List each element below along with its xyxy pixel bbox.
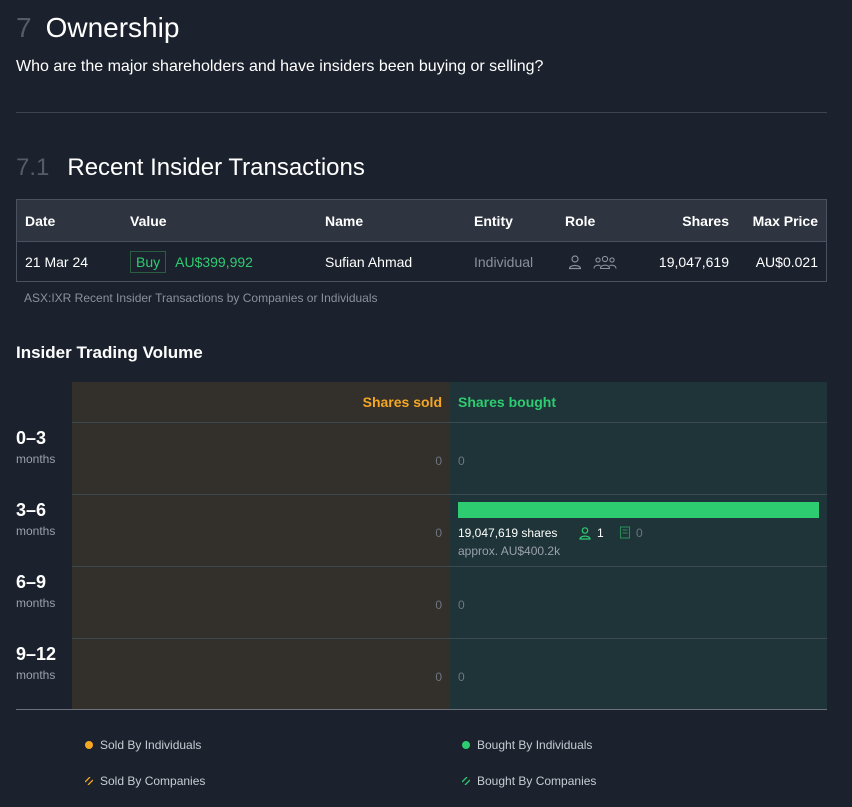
header-entity[interactable]: Entity [474,200,513,241]
bought-volume-bar[interactable] [458,502,819,518]
table-header-row: Date Value Name Entity Role Shares Max P… [17,200,826,241]
legend-label: Bought By Companies [477,774,597,788]
row-value: Buy AU$399,992 [130,242,253,281]
header-max-price[interactable]: Max Price [753,200,818,241]
insider-transactions-table: Date Value Name Entity Role Shares Max P… [16,199,827,282]
legend-label: Sold By Individuals [100,738,202,752]
range-unit: months [16,668,56,682]
sold-panel [72,382,450,709]
sold-value: 0 [435,454,442,468]
header-name[interactable]: Name [325,200,363,241]
row-max-price: AU$0.021 [755,253,818,270]
section-subtitle: Who are the major shareholders and have … [16,58,544,75]
row-value-amount: AU$399,992 [175,253,253,270]
row-divider [72,422,827,423]
subsection-number: 7.1 [16,154,50,181]
header-role[interactable]: Role [565,200,595,241]
subsection-title: Recent Insider Transactions [67,154,365,181]
row-name[interactable]: Sufian Ahmad [325,242,412,281]
buy-badge: Buy [130,250,167,273]
person-icon [579,527,591,540]
building-icon [619,526,631,539]
range-unit: months [16,596,56,610]
volume-title: Insider Trading Volume [16,343,203,362]
orange-dot-icon [85,741,93,749]
shares-sold-header: Shares sold [362,394,442,410]
legend-sold-individuals: Sold By Individuals [85,738,201,752]
section-header: 7 Ownership [16,12,179,44]
person-icon[interactable] [567,254,583,270]
chart-bottom-line [16,709,827,710]
bought-shares-text: 19,047,619 shares [458,526,558,540]
group-icon[interactable] [593,254,617,270]
row-date: 21 Mar 24 [25,253,89,270]
insider-volume-chart: Shares sold Shares bought 0–3 months 0 0… [16,382,827,710]
range-unit: months [16,452,56,466]
legend-sold-companies: Sold By Companies [85,774,205,788]
range-label: 6–9 [16,572,47,592]
legend-label: Bought By Individuals [477,738,593,752]
section-number: 7 [16,12,32,43]
table-row[interactable]: 21 Mar 24 Buy AU$399,992 Sufian Ahmad In… [17,241,826,281]
legend-label: Sold By Companies [100,774,206,788]
green-hatch-icon [462,777,470,785]
header-shares[interactable]: Shares [682,200,729,241]
orange-hatch-icon [85,777,93,785]
green-dot-icon [462,741,470,749]
bought-value: 0 [458,670,465,684]
subsection-header: 7.1 Recent Insider Transactions [16,154,365,182]
range-label: 9–12 [16,644,57,664]
bought-value: 0 [458,598,465,612]
row-divider [72,494,827,495]
legend-bought-companies: Bought By Companies [462,774,596,788]
sold-value: 0 [435,670,442,684]
section-divider [16,112,827,113]
individuals-count: 1 [597,526,604,540]
row-divider [72,566,827,567]
range-label: 0–3 [16,428,47,448]
table-caption: ASX:IXR Recent Insider Transactions by C… [24,291,378,305]
row-role [567,242,617,281]
shares-bought-header: Shares bought [458,394,557,410]
range-unit: months [16,524,56,538]
header-date[interactable]: Date [25,200,55,241]
bought-approx-value: approx. AU$400.2k [458,544,561,558]
range-label: 3–6 [16,500,47,520]
section-title: Ownership [45,12,180,43]
sold-value: 0 [435,526,442,540]
row-shares: 19,047,619 [658,253,729,270]
companies-count: 0 [636,526,643,540]
header-value[interactable]: Value [130,200,167,241]
bought-value: 0 [458,454,465,468]
sold-value: 0 [435,598,442,612]
legend-bought-individuals: Bought By Individuals [462,738,592,752]
row-entity: Individual [474,253,534,270]
row-divider [72,638,827,639]
